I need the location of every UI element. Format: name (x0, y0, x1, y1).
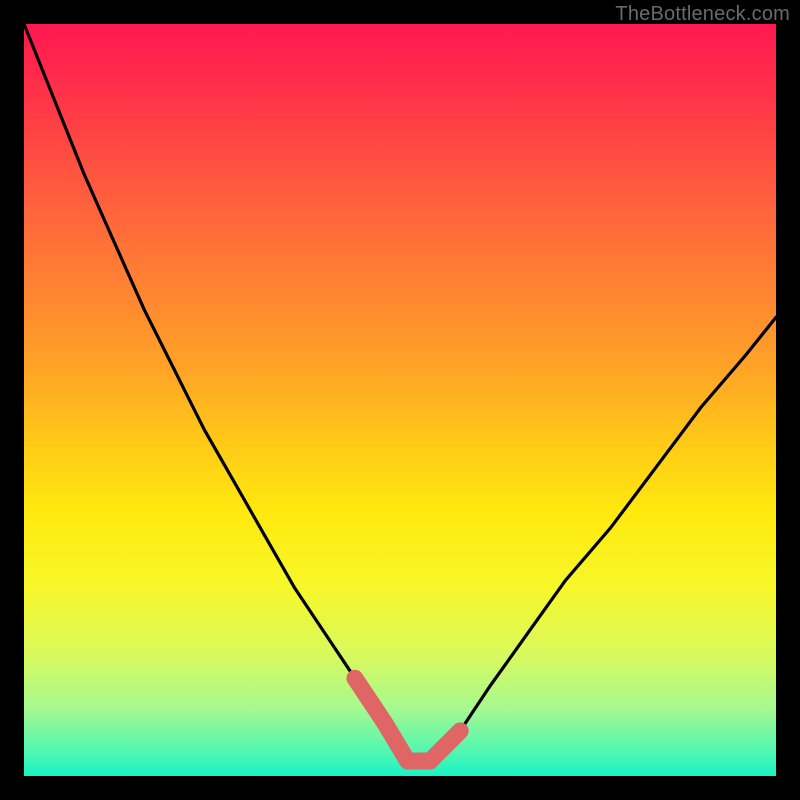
chart-svg (24, 24, 776, 776)
watermark-text: TheBottleneck.com (615, 3, 790, 26)
chart-frame: TheBottleneck.com (0, 0, 800, 800)
sweet-spot-marker (355, 678, 460, 761)
bottleneck-curve (24, 24, 776, 761)
chart-plot-area (24, 24, 776, 776)
